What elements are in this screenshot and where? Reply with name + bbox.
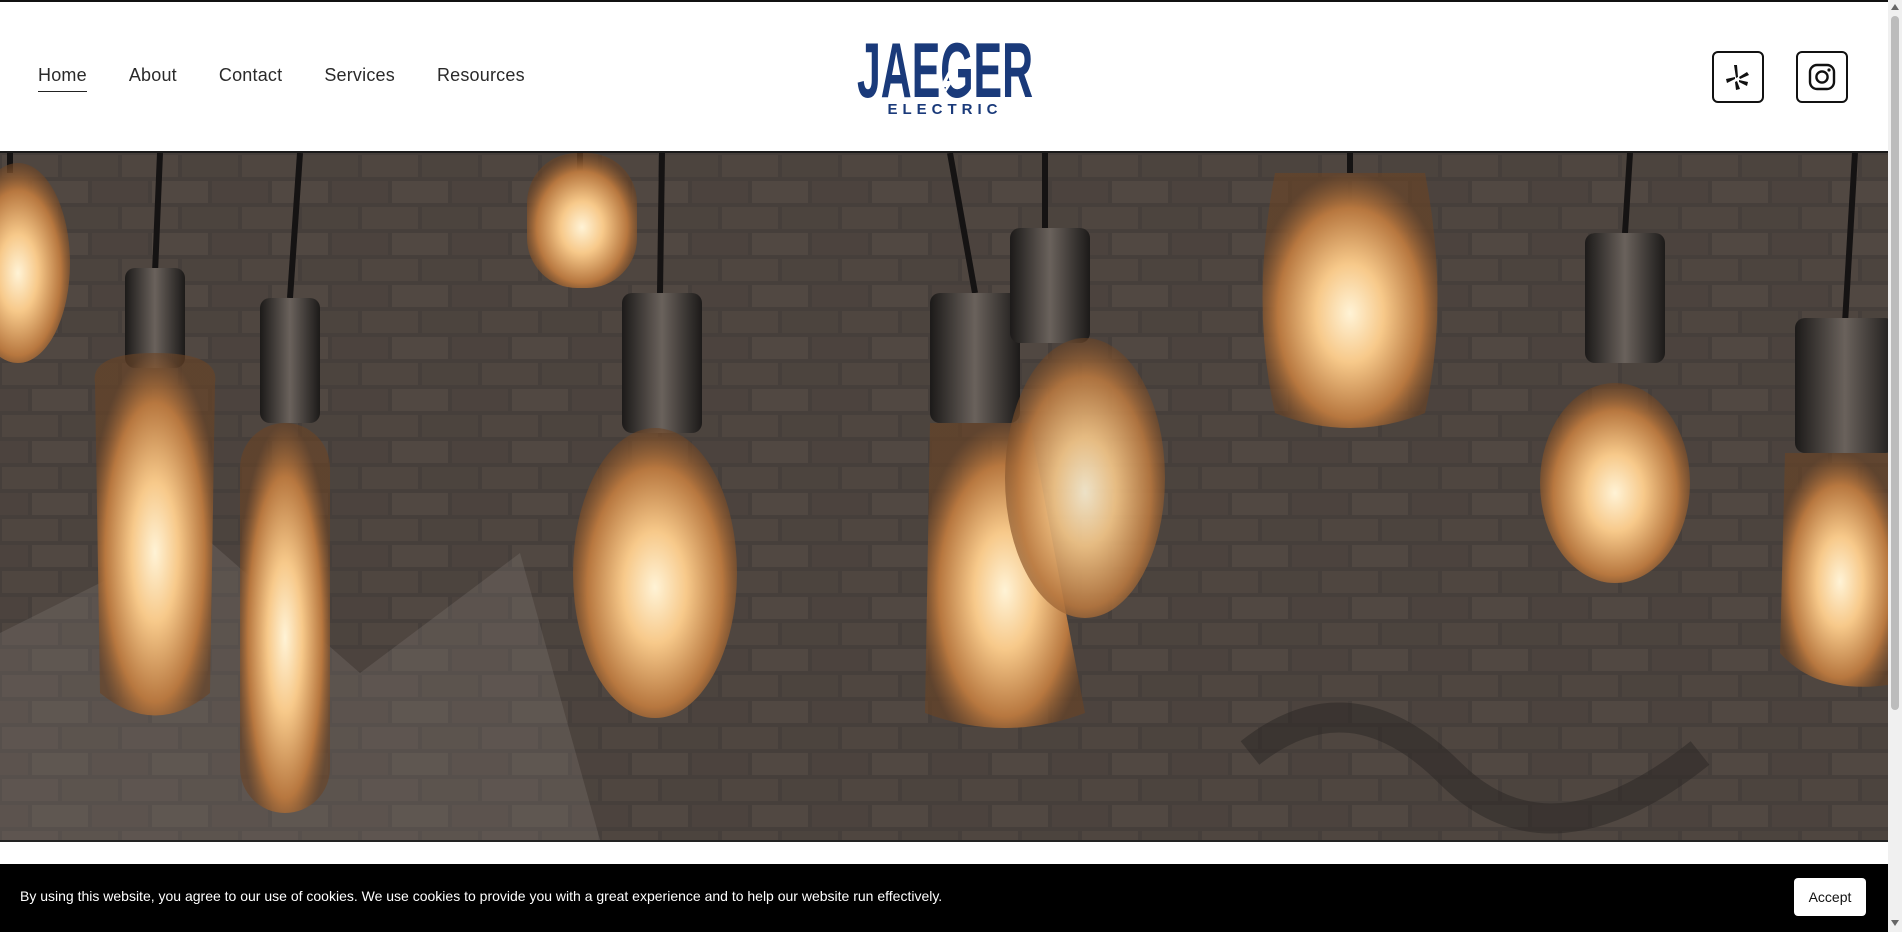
hero-bulbs-illustration [0,153,1888,840]
hero-image [0,153,1888,842]
main-nav: Home About Contact Services Resources [38,65,567,92]
logo[interactable]: JAEGER ELECTRIC [856,26,1034,118]
scroll-down-arrow-icon[interactable] [1891,920,1899,926]
nav-contact[interactable]: Contact [219,65,282,92]
vertical-scrollbar[interactable] [1888,0,1902,932]
scroll-up-arrow-icon[interactable] [1891,4,1899,10]
cookie-banner: By using this website, you agree to our … [0,864,1888,932]
logo-subtitle: ELECTRIC [888,101,1003,116]
site-header: Home About Contact Services Resources JA… [0,2,1888,153]
cookie-message: By using this website, you agree to our … [20,888,943,904]
bulb [1262,153,1438,428]
yelp-icon [1726,65,1749,90]
yelp-link[interactable] [1712,51,1764,103]
nav-resources[interactable]: Resources [437,65,525,92]
scrollbar-thumb[interactable] [1891,16,1899,710]
accept-cookies-button[interactable]: Accept [1794,878,1866,916]
nav-home[interactable]: Home [38,65,87,92]
instagram-link[interactable] [1796,51,1848,103]
bulb [527,153,637,288]
nav-services[interactable]: Services [324,65,395,92]
instagram-icon [1808,63,1836,91]
nav-about[interactable]: About [129,65,177,92]
